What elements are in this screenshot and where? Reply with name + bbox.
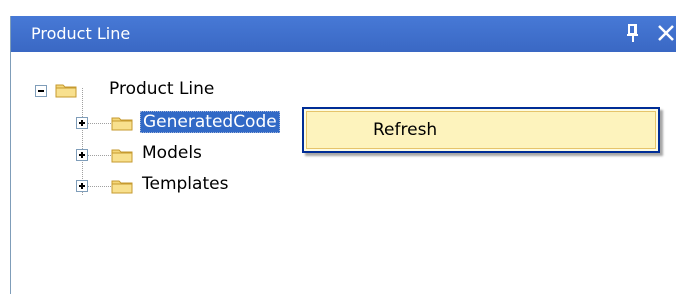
folder-icon <box>55 84 77 98</box>
folder-icon <box>111 180 133 194</box>
refresh-menu-label: Refresh <box>373 120 438 140</box>
tree-node-label: Product Line <box>109 79 215 99</box>
tree-node-templates[interactable]: Templates <box>11 174 311 198</box>
tree-node-label: Models <box>142 143 202 163</box>
product-line-panel: Product Line Product Line GeneratedCode … <box>10 16 676 294</box>
tree-node-generatedcode[interactable]: GeneratedCode <box>11 111 311 135</box>
tree-connector <box>88 186 112 187</box>
tree-connector <box>88 123 112 124</box>
tree-node-label: GeneratedCode <box>140 111 280 133</box>
pin-icon[interactable] <box>625 23 641 43</box>
close-icon[interactable] <box>655 22 676 44</box>
expand-icon[interactable] <box>76 180 88 192</box>
panel-title: Product Line <box>31 24 131 43</box>
tree-node-models[interactable]: Models <box>11 143 311 167</box>
tree-node-root[interactable]: Product Line <box>11 79 311 103</box>
folder-icon <box>111 117 133 131</box>
context-menu: Refresh <box>302 107 660 153</box>
tree-connector <box>88 155 112 156</box>
refresh-menu-item[interactable]: Refresh <box>306 111 656 149</box>
collapse-icon[interactable] <box>35 85 47 97</box>
panel-titlebar[interactable]: Product Line <box>11 16 676 52</box>
expand-icon[interactable] <box>76 117 88 129</box>
tree-view[interactable]: Product Line GeneratedCode Models Templa… <box>11 52 676 294</box>
tree-node-label: Templates <box>142 174 229 194</box>
folder-icon <box>111 149 133 163</box>
expand-icon[interactable] <box>76 149 88 161</box>
